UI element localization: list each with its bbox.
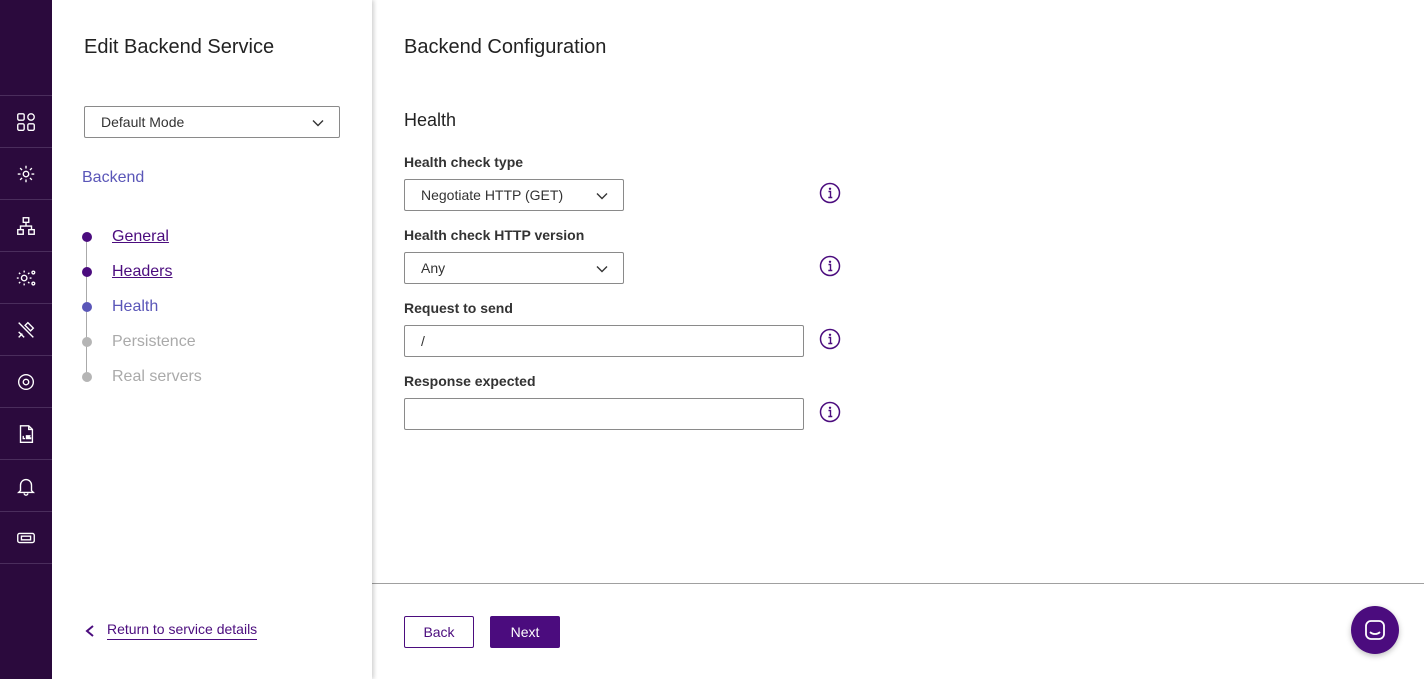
nav-dashboard[interactable] — [0, 95, 52, 147]
step-label: Headers — [112, 262, 173, 280]
panel-title: Edit Backend Service — [84, 36, 275, 58]
health-check-type-info-icon[interactable] — [819, 182, 841, 204]
page-title: Backend Configuration — [404, 36, 607, 58]
return-link-label: Return to service details — [107, 621, 258, 640]
nav-system-settings[interactable] — [0, 251, 52, 303]
nav-services[interactable] — [0, 147, 52, 199]
services-gear-icon — [17, 165, 35, 182]
chevron-down-icon — [312, 120, 324, 127]
health-check-http-version-value: Any — [421, 260, 446, 276]
mode-select[interactable]: Default Mode — [84, 106, 340, 138]
notification-bell-icon — [17, 478, 35, 496]
request-to-send-label: Request to send — [404, 300, 513, 316]
nav-tools[interactable] — [0, 303, 52, 355]
health-check-http-version-info-icon[interactable] — [819, 255, 841, 277]
dashboard-grid-icon — [17, 112, 35, 131]
section-link-backend[interactable]: Backend — [82, 169, 144, 187]
step-label: Persistence — [112, 332, 196, 350]
response-expected-info-icon[interactable] — [819, 401, 841, 423]
health-check-http-version-select[interactable]: Any — [404, 252, 624, 284]
chevron-left-icon — [85, 624, 94, 637]
nav-notifications[interactable] — [0, 459, 52, 511]
main-nav-rail — [0, 0, 52, 679]
main-content: Backend Configuration Health Health chec… — [372, 0, 1424, 679]
response-expected-label: Response expected — [404, 373, 536, 389]
step-dot — [82, 336, 92, 347]
request-to-send-input[interactable] — [404, 325, 804, 357]
step-dot — [82, 266, 92, 277]
next-button[interactable]: Next — [490, 616, 560, 648]
mode-select-value: Default Mode — [101, 114, 185, 130]
rail-divider — [0, 563, 52, 564]
return-to-service-link[interactable]: Return to service details — [84, 621, 258, 640]
log-file-icon — [19, 424, 34, 443]
system-settings-icon — [16, 269, 36, 286]
step-label: Real servers — [112, 367, 202, 385]
step-label: General — [112, 227, 169, 245]
footer-divider — [372, 583, 1424, 584]
chevron-down-icon — [596, 193, 608, 200]
step-label: Health — [112, 297, 159, 315]
chevron-down-icon — [596, 266, 608, 273]
nav-tickets[interactable] — [0, 511, 52, 563]
health-check-type-label: Health check type — [404, 154, 524, 170]
tools-icon — [18, 321, 35, 338]
back-button[interactable]: Back — [404, 616, 474, 648]
step-dot — [82, 301, 92, 312]
chat-bubble-icon — [1365, 620, 1385, 640]
settings-gear-icon — [17, 373, 35, 390]
nav-logs[interactable] — [0, 407, 52, 459]
edit-service-panel: Edit Backend Service Default Mode Backen… — [52, 0, 372, 679]
health-check-type-select[interactable]: Negotiate HTTP (GET) — [404, 179, 624, 211]
nav-network[interactable] — [0, 199, 52, 251]
ticket-icon — [17, 532, 35, 543]
health-check-type-value: Negotiate HTTP (GET) — [421, 187, 564, 203]
response-expected-input[interactable] — [404, 398, 804, 430]
nav-settings[interactable] — [0, 355, 52, 407]
chat-support-button[interactable] — [1351, 606, 1399, 654]
health-check-http-version-label: Health check HTTP version — [404, 227, 585, 243]
step-dot — [82, 371, 92, 382]
network-topology-icon — [17, 216, 35, 235]
request-to-send-info-icon[interactable] — [819, 328, 841, 350]
step-dot — [82, 231, 92, 242]
section-title: Health — [404, 110, 457, 130]
